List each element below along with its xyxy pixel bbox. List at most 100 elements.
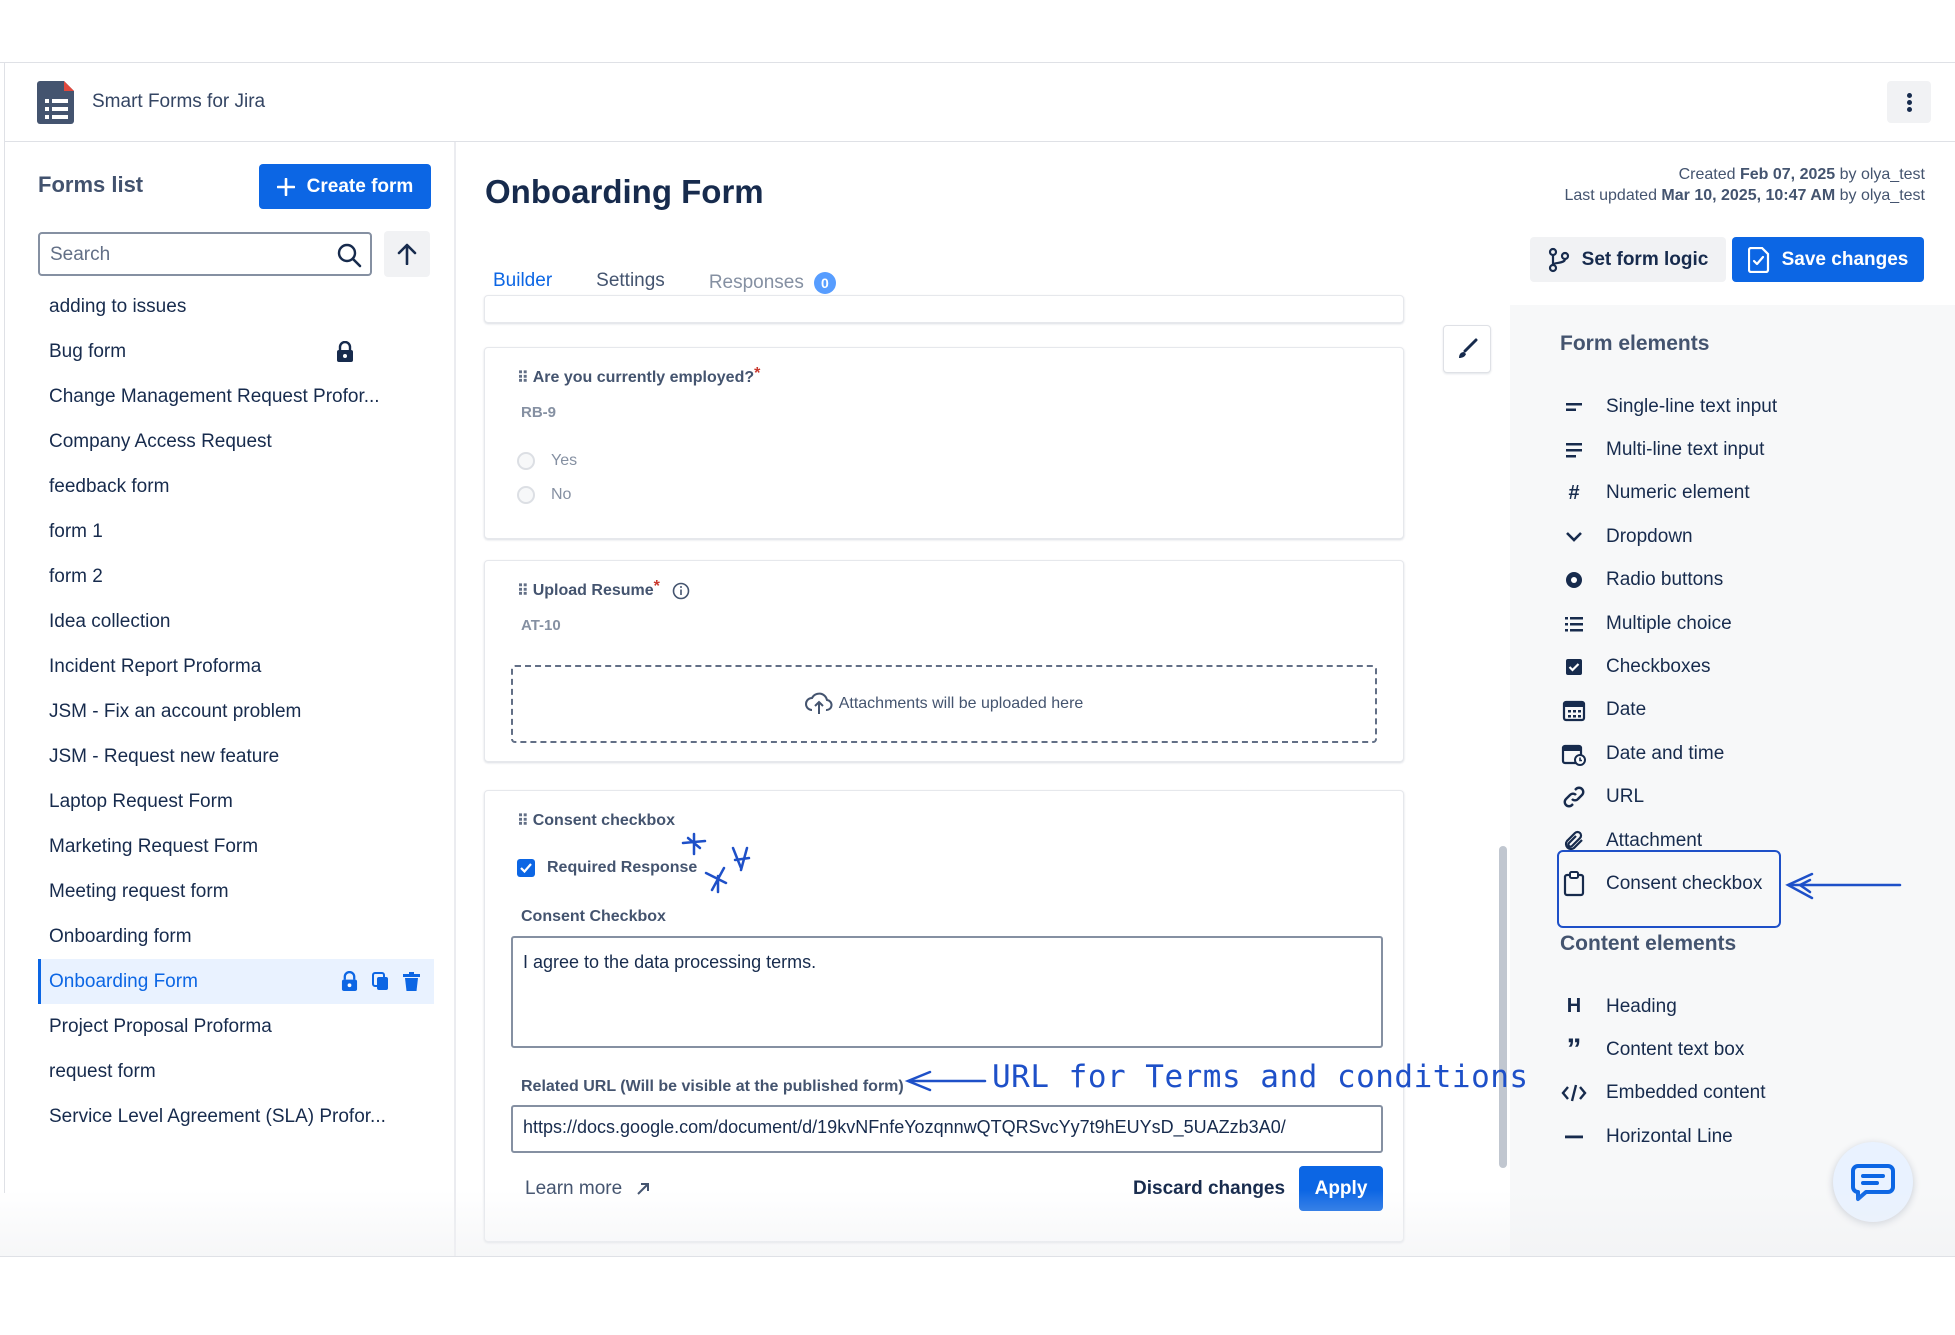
form-list-item[interactable]: feedback form [38, 464, 434, 509]
search-icon[interactable] [336, 242, 362, 268]
form-list-item[interactable]: Idea collection [38, 599, 434, 644]
element-label: Horizontal Line [1606, 1125, 1733, 1147]
form-list-item[interactable]: Company Access Request [38, 419, 434, 464]
style-brush-button[interactable] [1443, 325, 1491, 373]
form-list-item[interactable]: Laptop Request Form [38, 779, 434, 824]
form-list-item[interactable]: Meeting request form [38, 869, 434, 914]
form-list-item-selected[interactable]: Onboarding Form [38, 959, 434, 1004]
question-card-employed[interactable]: ⠿ Are you currently employed? * RB-9 Yes … [484, 347, 1404, 539]
consent-text-input[interactable]: I agree to the data processing terms. [511, 936, 1383, 1048]
content-elements-title: Content elements [1560, 932, 1737, 955]
responses-count-badge: 0 [813, 272, 836, 294]
element-checkboxes[interactable]: Checkboxes [1560, 645, 1777, 688]
lock-icon [337, 340, 353, 362]
radio-icon [1560, 566, 1588, 594]
link-icon [1560, 783, 1588, 811]
element-multiple-choice[interactable]: Multiple choice [1560, 602, 1777, 645]
create-form-label: Create form [306, 175, 414, 197]
element-label: Attachment [1606, 829, 1703, 851]
more-menu-button[interactable] [1887, 81, 1931, 123]
drag-handle-icon[interactable]: ⠿ [517, 368, 529, 388]
attachment-dropzone[interactable]: Attachments will be uploaded here [511, 665, 1377, 743]
form-list-item[interactable]: Bug form [38, 329, 434, 374]
question-code: AT-10 [521, 617, 561, 634]
radio-option[interactable]: No [517, 486, 571, 504]
lock-icon[interactable] [341, 971, 358, 992]
related-url-input[interactable]: https://docs.google.com/document/d/19kvN… [511, 1105, 1383, 1153]
url-annotation-note: URL for Terms and conditions [992, 1059, 1529, 1095]
form-list-item-label: Idea collection [49, 611, 171, 632]
set-form-logic-label: Set form logic [1581, 248, 1709, 270]
element-content-text[interactable]: ” Content text box [1560, 1028, 1766, 1071]
drag-handle-icon[interactable]: ⠿ [517, 581, 529, 601]
question-card-consent[interactable]: ⠿ Consent checkbox Required Response Con… [484, 790, 1404, 1242]
paintbrush-icon [1459, 338, 1478, 358]
element-heading[interactable]: H Heading [1560, 985, 1766, 1028]
save-changes-button[interactable]: Save changes [1732, 237, 1924, 282]
form-list-item[interactable]: adding to issues [38, 284, 434, 329]
set-form-logic-button[interactable]: Set form logic [1530, 237, 1726, 282]
copy-icon[interactable] [372, 972, 389, 991]
learn-more-link[interactable]: Learn more [525, 1178, 650, 1200]
element-label: Heading [1606, 995, 1677, 1017]
element-label: Embedded content [1606, 1082, 1766, 1104]
element-label: Single-line text input [1606, 395, 1778, 417]
element-radio[interactable]: Radio buttons [1560, 559, 1777, 602]
element-url[interactable]: URL [1560, 776, 1777, 819]
apply-button[interactable]: Apply [1299, 1166, 1383, 1211]
form-list-item[interactable]: Onboarding form [38, 914, 434, 959]
single-line-icon [1560, 393, 1588, 421]
drag-handle-icon[interactable]: ⠿ [517, 811, 529, 831]
form-list-item[interactable]: Marketing Request Form [38, 824, 434, 869]
form-list-item-label: Incident Report Proforma [49, 656, 262, 677]
form-list-item[interactable]: Project Proposal Proforma [38, 1004, 434, 1049]
form-list-item[interactable]: Change Management Request Profor... [38, 374, 434, 419]
form-list-item[interactable]: form 2 [38, 554, 434, 599]
list-icon [1560, 610, 1588, 638]
element-single-line[interactable]: Single-line text input [1560, 385, 1777, 428]
upload-cloud-icon [804, 692, 833, 714]
multi-line-icon [1560, 436, 1588, 464]
radio-option[interactable]: Yes [517, 452, 577, 470]
create-form-button[interactable]: Create form [259, 164, 431, 209]
required-mark: * [754, 365, 761, 382]
learn-more-label: Learn more [525, 1178, 623, 1199]
element-date[interactable]: Date [1560, 689, 1777, 732]
required-checkbox[interactable] [517, 859, 535, 877]
form-list-item[interactable]: Incident Report Proforma [38, 644, 434, 689]
search-input[interactable] [48, 240, 332, 270]
external-arrow-icon [637, 1183, 650, 1195]
form-list-item[interactable]: JSM - Fix an account problem [38, 689, 434, 734]
updated-date: Mar 10, 2025, 10:47 AM [1661, 187, 1836, 204]
element-numeric[interactable]: # Numeric element [1560, 472, 1777, 515]
sort-button[interactable] [384, 231, 430, 277]
previous-question-card[interactable] [484, 295, 1404, 323]
element-dropdown[interactable]: Dropdown [1560, 515, 1777, 558]
required-response-toggle[interactable]: Required Response [517, 859, 697, 877]
form-list-item[interactable]: Service Level Agreement (SLA) Profor... [38, 1094, 434, 1139]
form-list-item-label: request form [49, 1061, 156, 1082]
question-card-resume[interactable]: ⠿ Upload Resume * AT-10 Attachments will … [484, 560, 1404, 762]
checkmark-icon [520, 863, 532, 873]
form-list-item-label: Service Level Agreement (SLA) Profor... [49, 1106, 386, 1127]
element-date-time[interactable]: Date and time [1560, 732, 1777, 775]
radio-circle-icon[interactable] [517, 452, 535, 470]
search-field[interactable] [38, 232, 372, 276]
element-horizontal-line[interactable]: Horizontal Line [1560, 1115, 1766, 1158]
info-icon[interactable] [672, 582, 690, 600]
discard-changes-button[interactable]: Discard changes [1133, 1178, 1285, 1200]
element-label: URL [1606, 786, 1645, 808]
form-list-item[interactable]: JSM - Request new feature [38, 734, 434, 779]
radio-circle-icon[interactable] [517, 486, 535, 504]
element-embedded[interactable]: Embedded content [1560, 1072, 1766, 1115]
element-multi-line[interactable]: Multi-line text input [1560, 428, 1777, 471]
chat-support-button[interactable] [1833, 1142, 1913, 1222]
save-document-icon [1747, 246, 1769, 273]
form-list-item[interactable]: form 1 [38, 509, 434, 554]
created-date: Feb 07, 2025 [1739, 166, 1836, 183]
form-list-item-label: Bug form [49, 341, 127, 362]
radio-option-label: No [551, 486, 572, 503]
trash-icon[interactable] [403, 972, 420, 991]
canvas-scrollbar[interactable] [1499, 846, 1507, 1168]
form-list-item[interactable]: request form [38, 1049, 434, 1094]
